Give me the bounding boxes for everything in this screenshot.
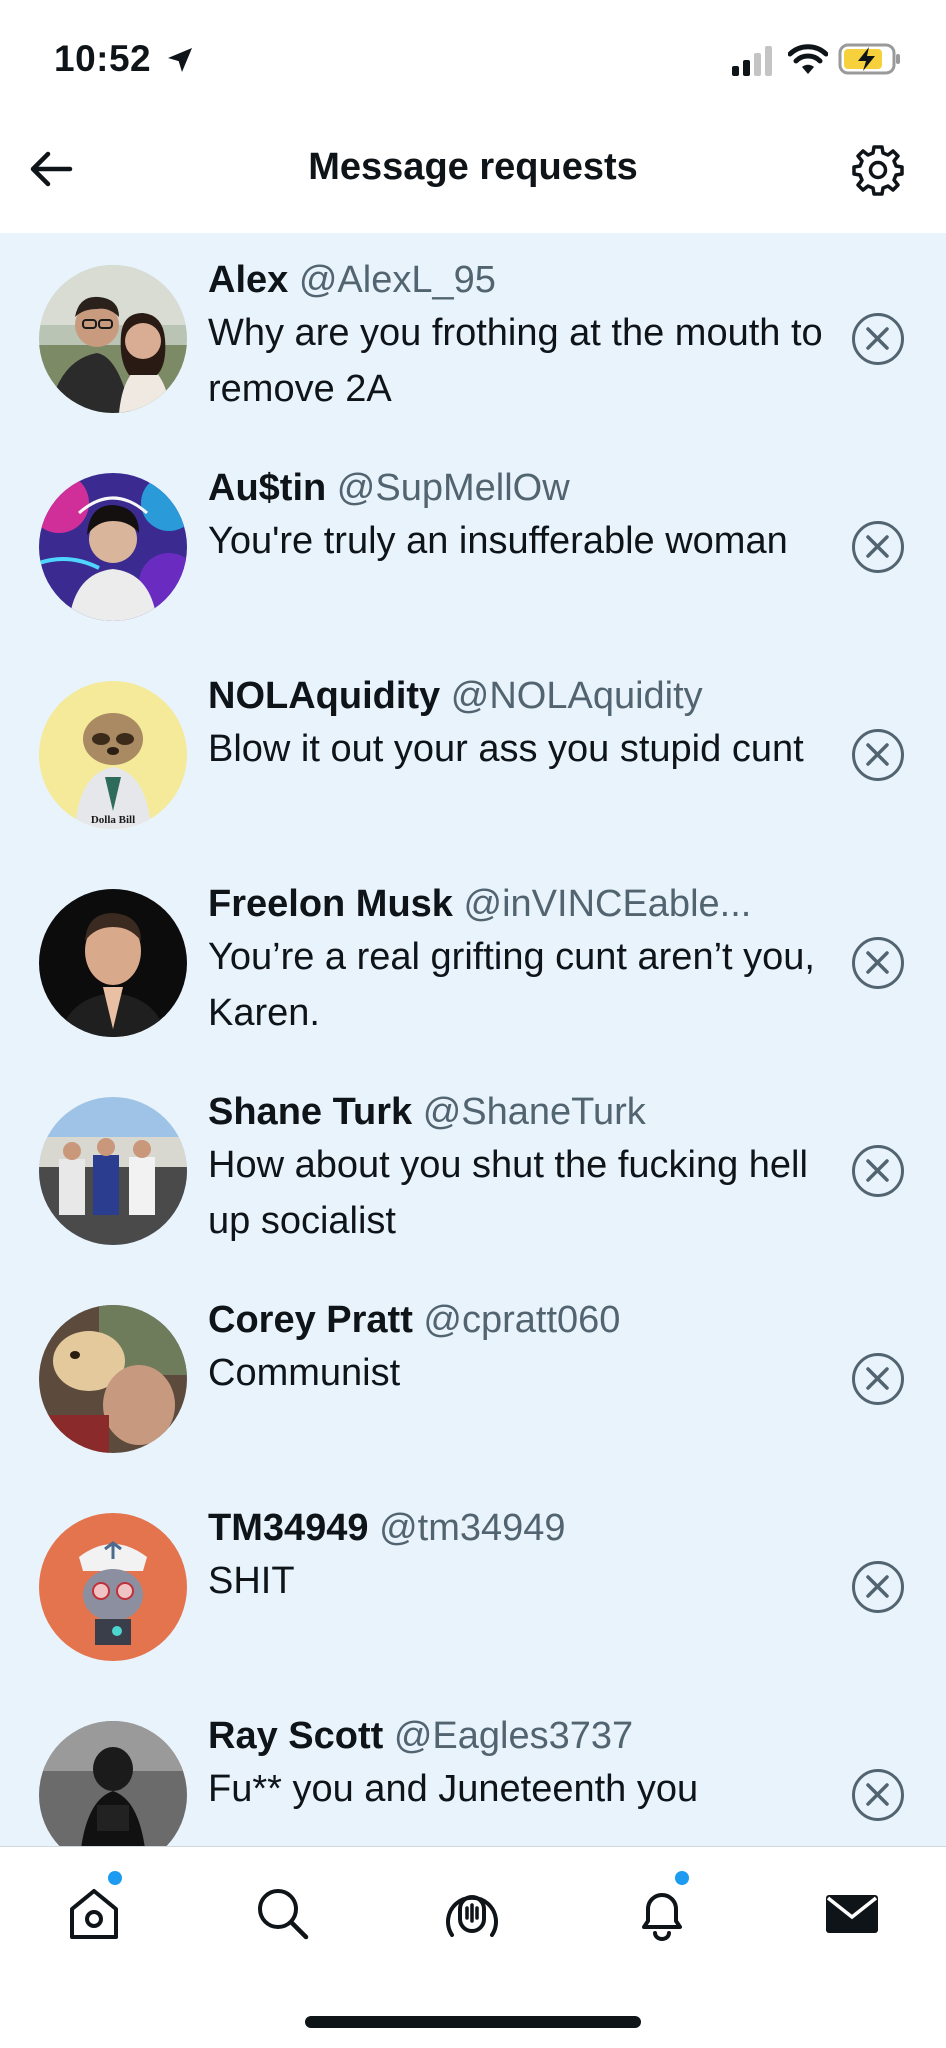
nav-notifications[interactable]: [630, 1881, 694, 1945]
display-name: Alex: [208, 259, 289, 301]
bottom-navigation: [0, 1846, 946, 2048]
bell-icon: [642, 1893, 682, 1941]
user-handle: @inVINCEable...: [463, 883, 752, 925]
avatar: [39, 1305, 187, 1453]
name-line: Corey Pratt @cpratt060: [208, 1295, 828, 1345]
request-text: Corey Pratt @cpratt060 Communist: [208, 1295, 828, 1401]
page-title: Message requests: [308, 146, 638, 188]
name-line: Ray Scott @Eagles3737: [208, 1711, 828, 1761]
display-name: NOLAquidity: [208, 675, 441, 717]
display-name: Freelon Musk: [208, 883, 453, 925]
avatar: [39, 265, 187, 413]
message-preview: You’re a real grifting cunt aren’t you, …: [208, 936, 815, 1034]
message-preview: Blow it out your ass you stupid cunt: [208, 728, 804, 770]
request-text: NOLAquidity @NOLAquidity Blow it out you…: [208, 671, 828, 777]
home-unread-dot: [108, 1871, 122, 1885]
status-bar: 10:52: [0, 0, 946, 120]
wifi-icon: [788, 44, 828, 74]
status-time: 10:52: [54, 38, 152, 79]
request-text: Freelon Musk @inVINCEable... You’re a re…: [208, 879, 828, 1041]
avatar: Dolla Bill: [39, 681, 187, 829]
name-line: Shane Turk @ShaneTurk: [208, 1087, 828, 1137]
name-line: NOLAquidity @NOLAquidity: [208, 671, 828, 721]
gear-icon[interactable]: [850, 142, 906, 198]
message-preview: Communist: [208, 1352, 401, 1394]
message-request-row[interactable]: Corey Pratt @cpratt060 Communist: [0, 1273, 946, 1481]
battery-charging-icon: [838, 43, 900, 75]
close-icon: [866, 1575, 889, 1598]
dismiss-button[interactable]: [852, 1769, 904, 1821]
user-handle: @SupMellOw: [336, 467, 570, 509]
name-line: Freelon Musk @inVINCEable...: [208, 879, 828, 929]
avatar-logo-text: Dolla Bill: [91, 814, 135, 826]
avatar: [39, 889, 187, 1037]
home-indicator: [305, 2016, 641, 2028]
close-icon: [866, 1159, 889, 1182]
home-icon: [70, 1889, 118, 1939]
search-icon: [258, 1889, 309, 1940]
message-preview: You're truly an insufferable woman: [208, 520, 788, 562]
message-request-row[interactable]: Alex @AlexL_95 Why are you frothing at t…: [0, 233, 946, 441]
envelope-icon: [826, 1895, 878, 1933]
user-handle: @Eagles3737: [393, 1715, 634, 1757]
message-request-row[interactable]: Shane Turk @ShaneTurk How about you shut…: [0, 1065, 946, 1273]
avatar: [39, 1097, 187, 1245]
notifications-unread-dot: [675, 1871, 689, 1885]
nav-messages[interactable]: [820, 1881, 884, 1945]
message-preview: How about you shut the fucking hell up s…: [208, 1144, 808, 1242]
dismiss-button[interactable]: [852, 313, 904, 365]
close-icon: [866, 327, 889, 350]
nav-home[interactable]: [62, 1881, 126, 1945]
user-handle: @cpratt060: [423, 1299, 621, 1341]
display-name: Au$tin: [208, 467, 327, 509]
message-request-list: Alex @AlexL_95 Why are you frothing at t…: [0, 233, 946, 1846]
dismiss-button[interactable]: [852, 1561, 904, 1613]
display-name: Ray Scott: [208, 1715, 384, 1757]
user-handle: @AlexL_95: [298, 259, 496, 301]
name-line: Alex @AlexL_95: [208, 255, 828, 305]
message-preview: Fu** you and Juneteenth you: [208, 1768, 699, 1810]
message-preview: Why are you frothing at the mouth to rem…: [208, 312, 823, 410]
user-handle: @ShaneTurk: [422, 1091, 646, 1133]
dismiss-button[interactable]: [852, 1353, 904, 1405]
close-icon: [866, 1783, 889, 1806]
request-text: Shane Turk @ShaneTurk How about you shut…: [208, 1087, 828, 1249]
user-handle: @tm34949: [379, 1507, 566, 1549]
close-icon: [866, 743, 889, 766]
request-text: Alex @AlexL_95 Why are you frothing at t…: [208, 255, 828, 417]
message-request-row[interactable]: TM34949 @tm34949 SHIT: [0, 1481, 946, 1689]
close-icon: [866, 535, 889, 558]
dismiss-button[interactable]: [852, 937, 904, 989]
spaces-icon: [446, 1895, 498, 1937]
user-handle: @NOLAquidity: [450, 675, 703, 717]
message-request-row[interactable]: Ray Scott @Eagles3737 Fu** you and Junet…: [0, 1689, 946, 1846]
avatar: [39, 473, 187, 621]
message-request-row[interactable]: Au$tin @SupMellOw You're truly an insuff…: [0, 441, 946, 649]
display-name: TM34949: [208, 1507, 369, 1549]
request-text: Ray Scott @Eagles3737 Fu** you and Junet…: [208, 1711, 828, 1817]
display-name: Corey Pratt: [208, 1299, 413, 1341]
request-text: Au$tin @SupMellOw You're truly an insuff…: [208, 463, 828, 569]
avatar: [39, 1721, 187, 1846]
location-arrow-icon: [168, 48, 192, 72]
cellular-signal-icon: [732, 46, 772, 76]
avatar: [39, 1513, 187, 1661]
dismiss-button[interactable]: [852, 521, 904, 573]
close-icon: [866, 1367, 889, 1390]
close-icon: [866, 951, 889, 974]
message-request-row[interactable]: Dolla Bill NOLAquidity @NOLAquidity Blow…: [0, 649, 946, 857]
message-request-row[interactable]: Freelon Musk @inVINCEable... You’re a re…: [0, 857, 946, 1065]
dismiss-button[interactable]: [852, 729, 904, 781]
message-preview: SHIT: [208, 1560, 295, 1602]
display-name: Shane Turk: [208, 1091, 413, 1133]
name-line: Au$tin @SupMellOw: [208, 463, 828, 513]
nav-spaces[interactable]: [440, 1881, 504, 1945]
name-line: TM34949 @tm34949: [208, 1503, 828, 1553]
nav-search[interactable]: [250, 1881, 314, 1945]
request-text: TM34949 @tm34949 SHIT: [208, 1503, 828, 1609]
header: Message requests: [0, 120, 946, 233]
dismiss-button[interactable]: [852, 1145, 904, 1197]
